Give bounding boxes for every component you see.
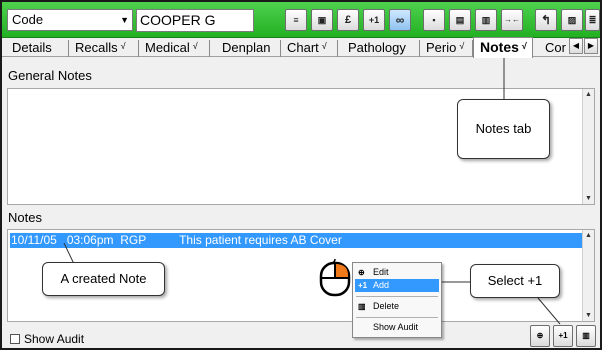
context-menu-add[interactable]: +1 Add (355, 279, 439, 292)
menu-divider (356, 317, 438, 318)
context-menu-delete-label: Delete (373, 301, 400, 311)
context-menu: ⊕ Edit +1 Add ▥ Delete Show Audit (352, 262, 442, 338)
context-menu-edit[interactable]: ⊕ Edit (355, 266, 439, 279)
add-plus-one-button[interactable]: +1 (553, 325, 573, 347)
edit-icon: ⊕ (358, 268, 365, 277)
plus-one-icon: +1 (358, 281, 368, 290)
notes-tab-callout: Notes tab (457, 99, 550, 159)
window-frame: Code ▼ COOPER G ≡ ▣ £ +1 ∞ ▪ ▤ ▥ →← ↰ ▨ … (0, 0, 602, 350)
menu-divider (356, 296, 438, 297)
edit-note-button[interactable]: ⊕ (530, 325, 550, 347)
delete-note-button[interactable]: ▥ (576, 325, 596, 347)
context-menu-show-audit-label: Show Audit (373, 322, 419, 332)
select-plus-one-callout: Select +1 (470, 264, 560, 298)
show-audit-checkbox[interactable]: Show Audit (10, 332, 84, 346)
context-menu-edit-label: Edit (373, 267, 389, 277)
context-menu-delete[interactable]: ▥ Delete (355, 300, 439, 313)
show-audit-label: Show Audit (24, 332, 85, 346)
context-menu-show-audit[interactable]: Show Audit (355, 321, 439, 334)
mouse-right-click-icon (319, 258, 351, 297)
context-menu-add-label: Add (373, 280, 390, 290)
checkbox-icon[interactable] (10, 334, 20, 344)
trash-icon: ▥ (358, 302, 366, 311)
created-note-callout: A created Note (42, 262, 165, 296)
